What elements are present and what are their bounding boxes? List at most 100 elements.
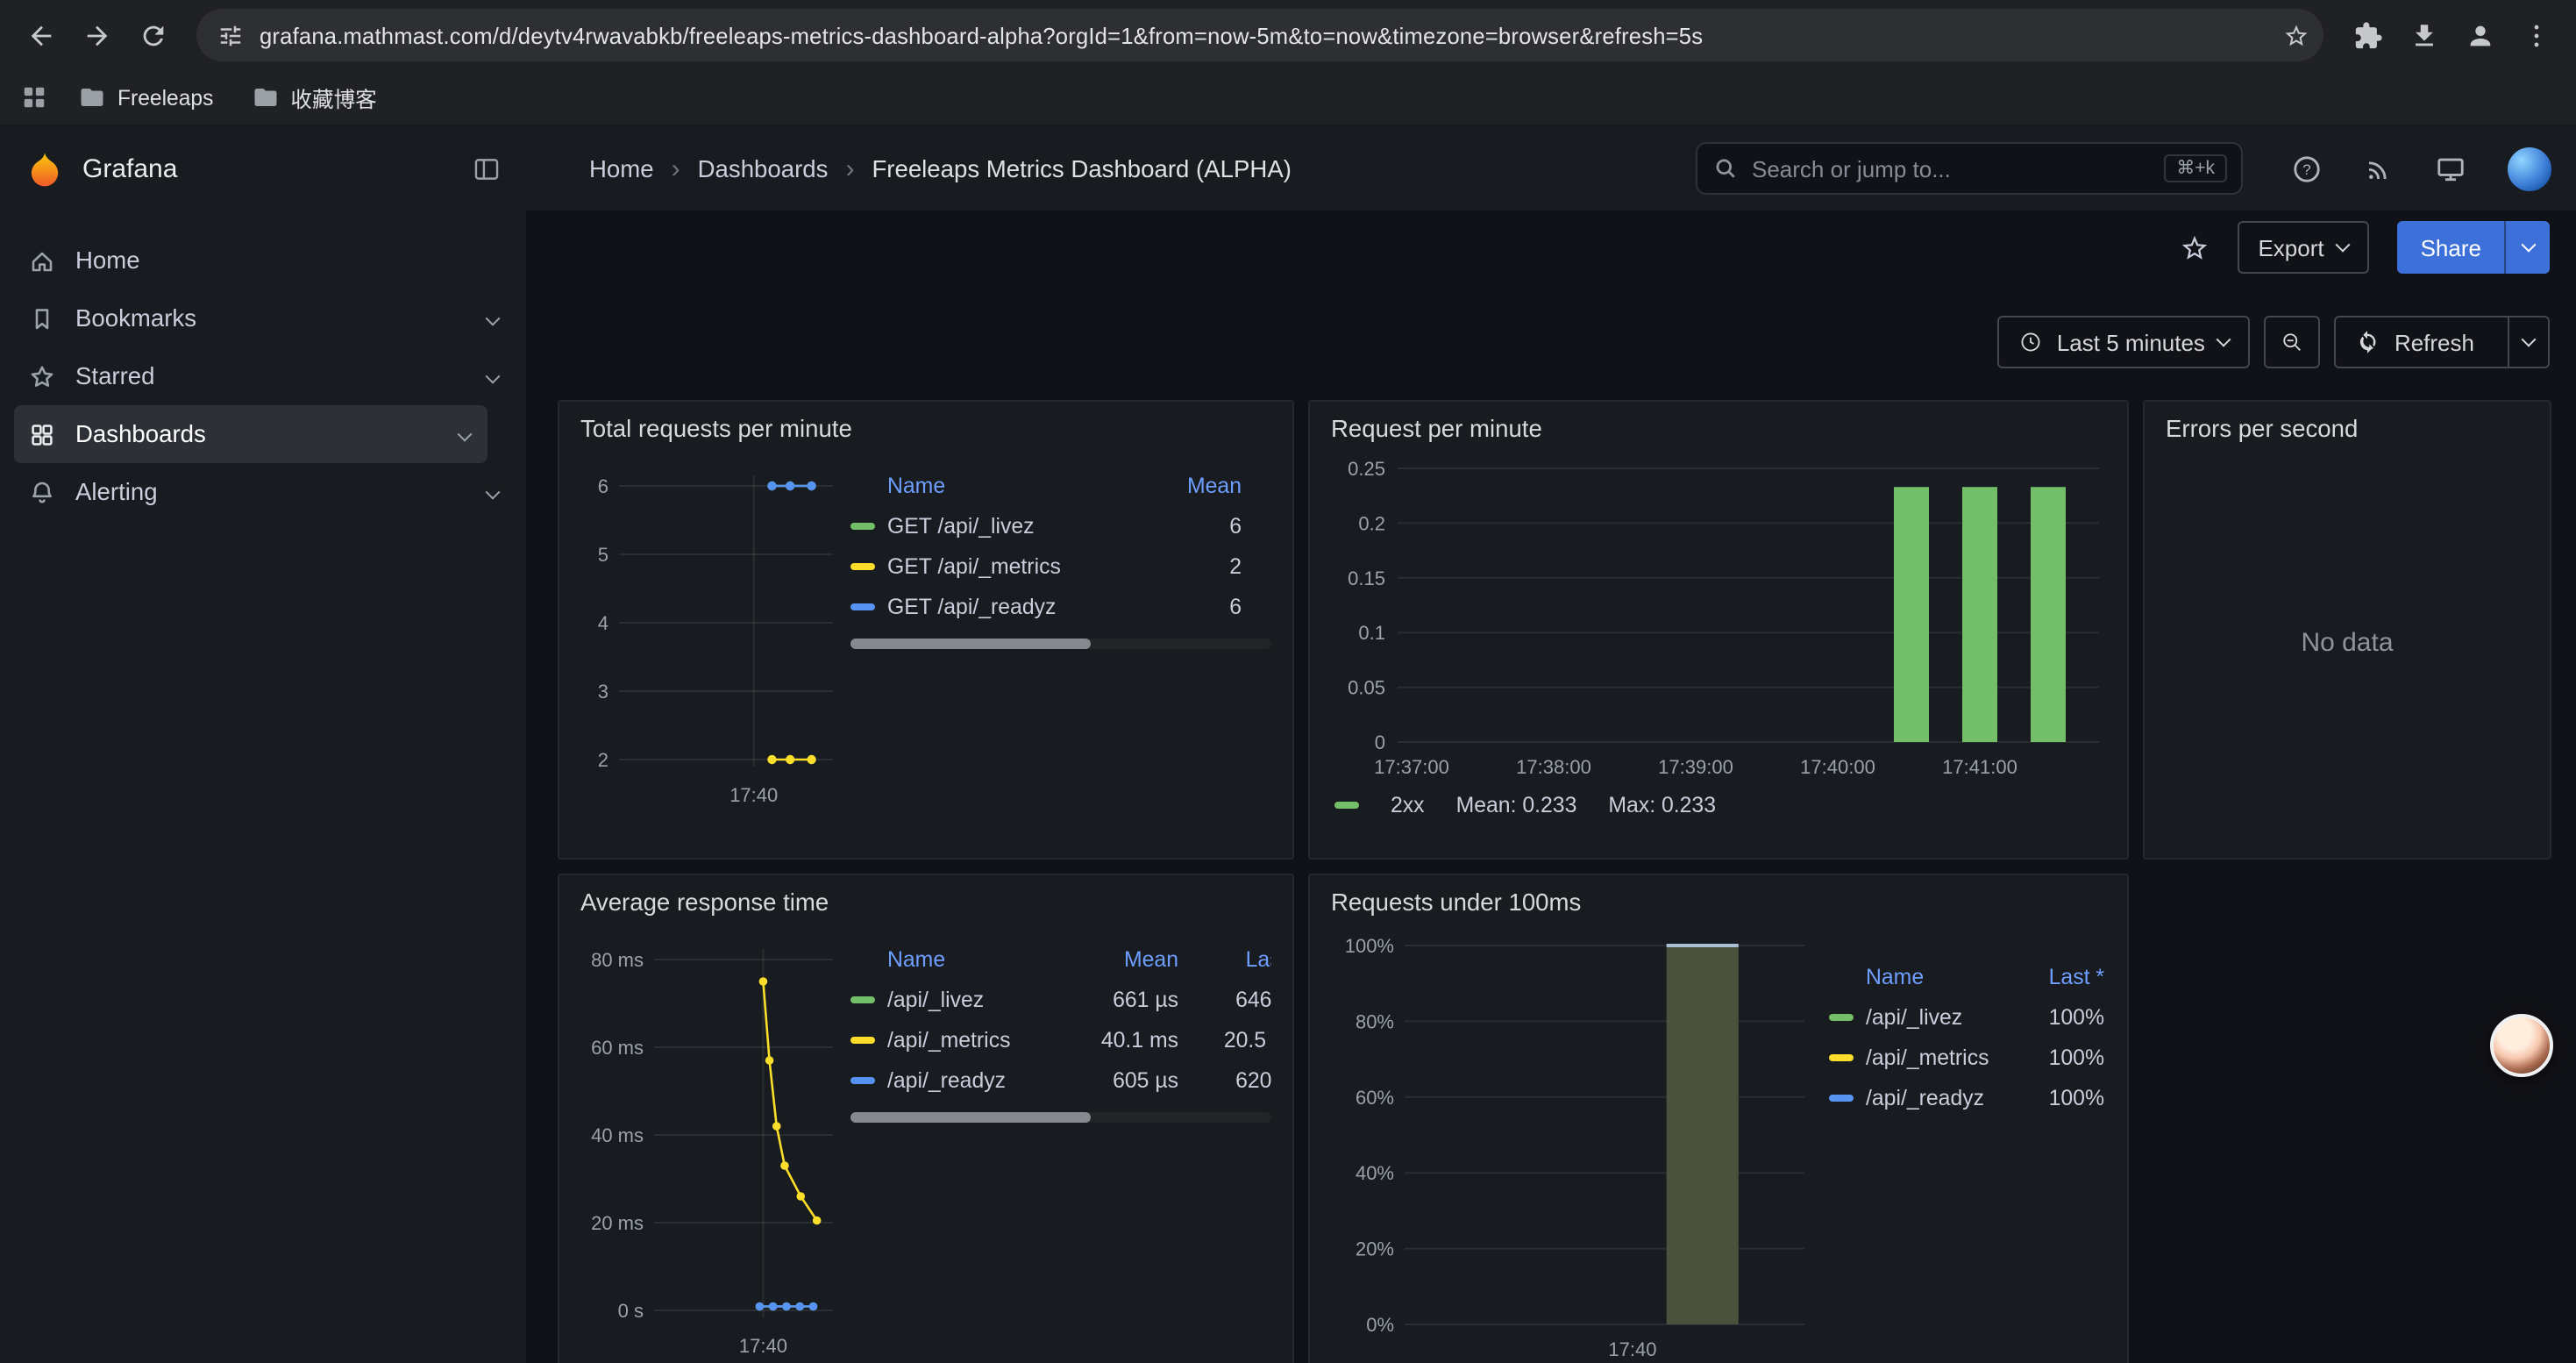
breadcrumb-item[interactable]: Home — [589, 155, 654, 182]
chevron-down-icon[interactable] — [487, 479, 498, 505]
legend-header[interactable]: Mean — [1077, 946, 1178, 971]
legend-row[interactable]: GET /api/_livez6 — [850, 505, 1271, 546]
sidebar-item-bookmarks[interactable]: Bookmarks — [0, 289, 526, 347]
svg-text:80%: 80% — [1356, 1010, 1394, 1032]
series-swatch — [850, 562, 875, 569]
chevron-down-icon[interactable] — [487, 305, 498, 332]
clock-icon — [2018, 330, 2043, 354]
bookmark-star-icon[interactable] — [2283, 22, 2309, 48]
legend-row[interactable]: /api/_readyz605 µs620 µs — [850, 1060, 1271, 1100]
share-button[interactable]: Share — [2398, 221, 2550, 274]
monitor-icon[interactable] — [2436, 153, 2466, 183]
panel-title[interactable]: Average response time — [559, 875, 1292, 928]
refresh-button[interactable]: Refresh — [2335, 316, 2550, 368]
url-bar[interactable]: grafana.mathmast.com/d/deytv4rwavabkb/fr… — [196, 9, 2323, 61]
extensions-icon[interactable] — [2341, 9, 2394, 61]
panel-title[interactable]: Requests under 100ms — [1310, 875, 2127, 928]
dashboard-canvas: Export Share Last 5 minutes — [526, 211, 2576, 1363]
sidebar-item-dashboards[interactable]: Dashboards — [14, 405, 487, 463]
header-icons: ? — [2243, 146, 2576, 190]
legend-header[interactable]: Name — [887, 946, 1077, 971]
export-label: Export — [2258, 234, 2323, 260]
scrollbar-thumb[interactable] — [850, 1112, 1091, 1123]
site-settings-icon[interactable] — [217, 22, 244, 48]
bookmark-item[interactable]: 收藏博客 — [238, 75, 390, 120]
average-response-chart[interactable]: 80 ms60 ms40 ms20 ms0 s17:40 — [577, 928, 840, 1363]
bookmark-item[interactable]: Freeleaps — [65, 75, 227, 120]
sidebar-item-alerting[interactable]: Alerting — [0, 463, 526, 521]
refresh-main[interactable]: Refresh — [2337, 318, 2494, 367]
legend-header[interactable]: Mean — [1150, 473, 1242, 497]
apps-icon — [28, 420, 56, 448]
reload-icon[interactable] — [126, 9, 179, 61]
panel-title[interactable]: Request per minute — [1310, 402, 2127, 454]
series-swatch — [850, 603, 875, 610]
time-range-picker[interactable]: Last 5 minutes — [1997, 316, 2251, 368]
legend-row[interactable]: GET /api/_readyz6 — [850, 586, 1271, 626]
series-swatch — [850, 1036, 875, 1043]
series-swatch — [1829, 1053, 1854, 1060]
svg-text:0.2: 0.2 — [1358, 512, 1385, 534]
requests-under-100ms-chart[interactable]: 100%80%60%40%20%0%17:40 — [1327, 928, 1818, 1363]
folder-icon — [79, 84, 105, 111]
legend-row[interactable]: GET /api/_metrics2 — [850, 546, 1271, 586]
profile-icon[interactable] — [2453, 9, 2506, 61]
back-icon[interactable] — [14, 9, 67, 61]
forward-icon[interactable] — [70, 9, 123, 61]
svg-text:17:39:00: 17:39:00 — [1658, 756, 1733, 778]
time-range-label: Last 5 minutes — [2057, 329, 2205, 355]
rss-icon[interactable] — [2364, 153, 2394, 183]
breadcrumb-item[interactable]: Dashboards — [698, 155, 829, 182]
panel-title[interactable]: Total requests per minute — [559, 402, 1292, 454]
panel-title[interactable]: Errors per second — [2145, 402, 2550, 454]
legend-header[interactable]: Last * — [2024, 964, 2104, 988]
refresh-label: Refresh — [2395, 329, 2474, 355]
sidebar-item-home[interactable]: Home — [0, 232, 526, 289]
svg-text:17:40:00: 17:40:00 — [1800, 756, 1875, 778]
grafana-logo[interactable] — [25, 148, 65, 189]
legend[interactable]: 2xx Mean: 0.233 Max: 0.233 — [1327, 788, 2110, 817]
search-input[interactable] — [1752, 155, 2150, 182]
legend: NameMeanLast * /api/_livez661 µs646 µs/ap… — [850, 928, 1271, 1363]
series-label[interactable]: 2xx — [1391, 793, 1425, 817]
scrollbar-thumb[interactable] — [850, 639, 1091, 649]
total-requests-chart[interactable]: 6543217:40 — [577, 454, 840, 837]
legend-scrollbar[interactable] — [850, 639, 1271, 649]
share-label[interactable]: Share — [2398, 221, 2504, 274]
dock-sidebar-icon[interactable] — [472, 153, 502, 183]
legend-row[interactable]: /api/_metrics100% — [1829, 1037, 2110, 1077]
search-box[interactable]: ⌘+k — [1696, 142, 2243, 195]
request-per-minute-chart[interactable]: 0.250.20.150.10.05017:37:0017:38:0017:39… — [1327, 454, 2110, 788]
svg-text:0: 0 — [1375, 731, 1385, 753]
svg-text:3: 3 — [598, 681, 608, 703]
app-body: HomeBookmarksStarredDashboardsAlerting E… — [0, 211, 2576, 1363]
apps-grid-icon[interactable] — [21, 84, 47, 111]
sidebar-item-starred[interactable]: Starred — [0, 347, 526, 405]
legend-row[interactable]: /api/_readyz100% — [1829, 1077, 2110, 1117]
downloads-icon[interactable] — [2397, 9, 2450, 61]
zoom-out-button[interactable] — [2265, 316, 2321, 368]
legend-max: Max: 0.233 — [1608, 793, 1716, 817]
help-icon[interactable]: ? — [2292, 153, 2322, 183]
legend-row[interactable]: /api/_livez661 µs646 µs — [850, 979, 1271, 1019]
legend-scrollbar[interactable] — [850, 1112, 1271, 1123]
breadcrumb-item[interactable]: Freeleaps Metrics Dashboard (ALPHA) — [872, 155, 1292, 182]
svg-text:0.15: 0.15 — [1348, 567, 1385, 589]
chevron-down-icon[interactable] — [459, 421, 470, 447]
refresh-interval-button[interactable] — [2508, 318, 2548, 367]
browser-menu-icon[interactable] — [2509, 9, 2562, 61]
share-menu-button[interactable] — [2504, 221, 2550, 274]
export-button[interactable]: Export — [2237, 221, 2369, 274]
legend-row[interactable]: /api/_livez100% — [1829, 996, 2110, 1037]
legend-row[interactable]: /api/_metrics40.1 ms20.5 ms — [850, 1019, 1271, 1060]
assistant-avatar-overlay[interactable] — [2490, 1014, 2553, 1077]
legend-header[interactable]: Last * — [1178, 946, 1271, 971]
chevron-down-icon[interactable] — [487, 363, 498, 389]
svg-text:40%: 40% — [1356, 1162, 1394, 1184]
star-icon — [28, 362, 56, 390]
user-avatar[interactable] — [2508, 146, 2551, 190]
favorite-star-icon[interactable] — [2179, 232, 2209, 262]
legend-header[interactable]: Name — [1866, 964, 2024, 988]
zoom-out-icon — [2281, 330, 2305, 354]
legend-header[interactable]: Name — [887, 473, 1150, 497]
